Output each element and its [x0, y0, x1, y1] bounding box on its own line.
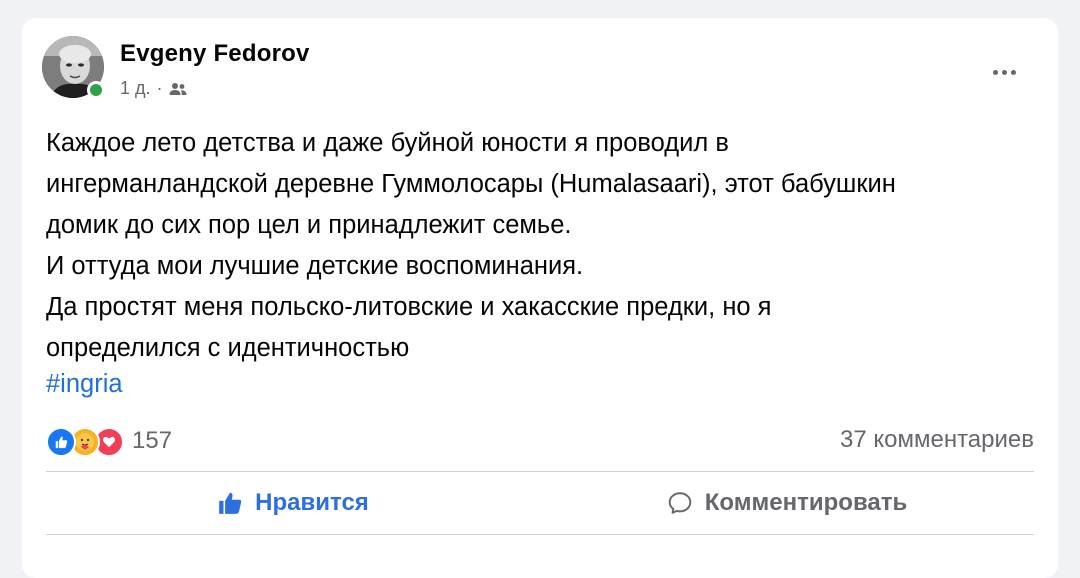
post-card: Evgeny Fedorov 1 д. · Каждое лето детств…: [22, 18, 1058, 578]
divider: [46, 471, 1034, 472]
reactions-summary[interactable]: 157: [46, 423, 172, 459]
post-text: Каждое лето детства и даже буйной юности…: [46, 123, 1036, 369]
like-button-label: Нравится: [255, 489, 369, 516]
online-status-dot: [87, 81, 105, 99]
hashtag-link[interactable]: #ingria: [46, 370, 123, 399]
post-actions: Нравится Комментировать: [46, 478, 1034, 528]
more-dot-icon: [1010, 69, 1016, 75]
post-text-line: И оттуда мои лучшие детские воспоминания…: [46, 252, 584, 280]
post-text-line: Да простят меня польско-литовские и хака…: [46, 293, 772, 321]
comments-count[interactable]: 37 комментариев: [840, 426, 1034, 454]
like-button[interactable]: Нравится: [46, 478, 540, 528]
author-avatar[interactable]: [42, 36, 105, 99]
more-options-button[interactable]: [988, 60, 1020, 84]
reaction-icons: [46, 425, 134, 457]
more-dot-icon: [992, 69, 998, 75]
comment-button-label: Комментировать: [704, 489, 908, 516]
author-name[interactable]: Evgeny Fedorov: [120, 40, 310, 68]
reaction-count[interactable]: 157: [132, 427, 172, 455]
post-text-line: определился с идентичностью: [46, 334, 410, 362]
post-header: Evgeny Fedorov 1 д. ·: [42, 36, 1038, 106]
more-dot-icon: [1001, 69, 1007, 75]
friends-icon: [169, 82, 187, 95]
post-time[interactable]: 1 д.: [120, 78, 151, 99]
comment-bubble-icon: [668, 492, 692, 514]
thumbs-up-icon: [219, 492, 242, 514]
meta-separator: ·: [156, 78, 163, 98]
post-meta: 1 д. ·: [120, 78, 187, 99]
like-reaction-icon: [46, 427, 76, 457]
post-text-line: ингерманландской деревне Гуммолосары (Hu…: [46, 170, 896, 198]
post-text-line: Каждое лето детства и даже буйной юности…: [46, 129, 729, 157]
divider: [46, 534, 1034, 535]
comment-button[interactable]: Комментировать: [540, 478, 1034, 528]
post-text-line: домик до сих пор цел и принадлежит семье…: [46, 211, 572, 239]
